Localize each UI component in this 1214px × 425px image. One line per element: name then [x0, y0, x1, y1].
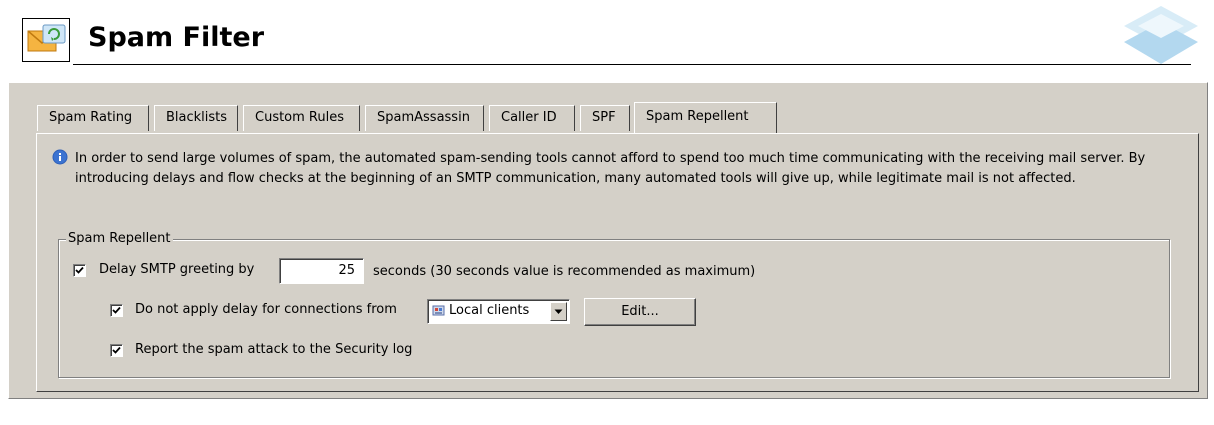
tab-spamassassin[interactable]: SpamAssassin — [365, 105, 484, 131]
info-description: In order to send large volumes of spam, … — [75, 151, 1146, 186]
page-header: Spam Filter — [0, 0, 1214, 72]
tab-label: Blacklists — [166, 110, 228, 125]
local-clients-icon — [432, 304, 446, 318]
tab-spam-rating[interactable]: Spam Rating — [37, 105, 149, 131]
dropdown-arrow-icon[interactable] — [550, 302, 567, 321]
group-title: Spam Repellent — [66, 231, 173, 246]
tab-spf[interactable]: SPF — [580, 105, 630, 131]
tab-spam-repellent[interactable]: Spam Repellent — [634, 102, 777, 133]
tab-label: Spam Repellent — [646, 109, 749, 124]
tab-custom-rules[interactable]: Custom Rules — [243, 105, 360, 131]
no-delay-checkbox[interactable] — [110, 304, 123, 317]
tab-label: Custom Rules — [255, 110, 345, 125]
header-divider — [73, 64, 1191, 65]
delay-seconds-hint: seconds (30 seconds value is recommended… — [373, 264, 756, 279]
no-delay-label: Do not apply delay for connections from — [135, 302, 397, 317]
connections-source-select[interactable]: Local clients — [427, 299, 570, 324]
tab-label: Spam Rating — [49, 110, 133, 125]
connections-source-value: Local clients — [449, 303, 530, 318]
brand-logo-icon — [1122, 2, 1200, 68]
delay-smtp-checkbox[interactable] — [73, 264, 86, 277]
edit-button[interactable]: Edit... — [584, 298, 696, 326]
spam-filter-envelope-icon — [22, 18, 70, 62]
report-spam-checkbox[interactable] — [110, 344, 123, 357]
delay-smtp-label: Delay SMTP greeting by — [99, 262, 255, 277]
tab-label: SPF — [592, 110, 616, 125]
tab-caller-id[interactable]: Caller ID — [489, 105, 575, 131]
info-icon — [52, 149, 68, 165]
page-title: Spam Filter — [88, 22, 265, 53]
delay-seconds-input[interactable]: 25 — [279, 258, 364, 284]
report-spam-label: Report the spam attack to the Security l… — [135, 342, 413, 357]
tab-blacklists[interactable]: Blacklists — [154, 105, 238, 131]
tab-label: SpamAssassin — [377, 110, 470, 125]
tab-label: Caller ID — [501, 110, 557, 125]
